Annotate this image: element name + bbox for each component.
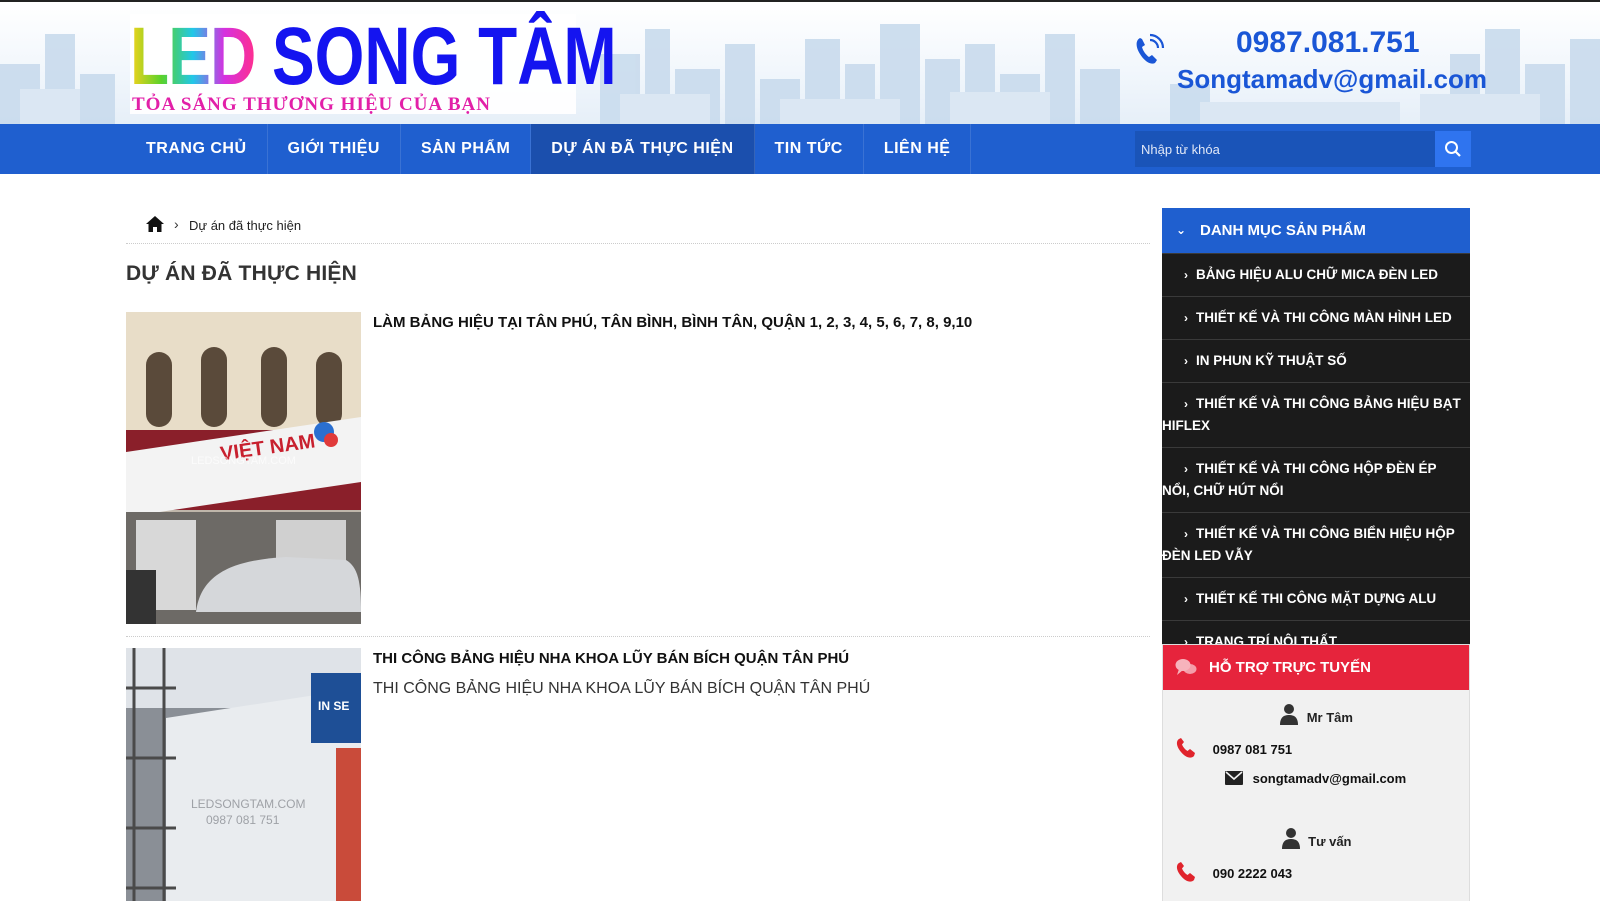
category-item[interactable]: › THIẾT KẾ VÀ THI CÔNG BIỂN HIỆU HỘP ĐÈN … [1162, 512, 1470, 577]
search-box [1135, 131, 1471, 167]
online-support-box: HỖ TRỢ TRỰC TUYẾN Mr Tâm 0987 081 751 so… [1162, 644, 1470, 901]
product-category-box: ⌄ DANH MỤC SẢN PHẨM › BẢNG HIỆU ALU CHỮ M… [1162, 208, 1470, 663]
main-navigation: TRANG CHỦ GIỚI THIỆU SẢN PHẨM DỰ ÁN ĐÃ T… [0, 124, 1600, 174]
support-phone-number: 090 2222 043 [1212, 866, 1293, 881]
logo-slogan: TỎA SÁNG THƯƠNG HIỆU CỦA BẠN [132, 94, 491, 115]
category-item[interactable]: › BẢNG HIỆU ALU CHỮ MICA ĐÈN LED [1162, 253, 1470, 296]
chevron-down-icon: ⌄ [1176, 223, 1187, 237]
category-label: BẢNG HIỆU ALU CHỮ MICA ĐÈN LED [1196, 267, 1438, 282]
category-item[interactable]: › THIẾT KẾ THI CÔNG MẶT DỰNG ALU [1162, 577, 1470, 620]
nav-menu: TRANG CHỦ GIỚI THIỆU SẢN PHẨM DỰ ÁN ĐÃ T… [126, 124, 972, 174]
contact-name-label: Tư vấn [1308, 834, 1352, 849]
phone-icon [1176, 738, 1195, 758]
chevron-right-icon: › [1184, 592, 1188, 606]
post-title[interactable]: THI CÔNG BẢNG HIỆU NHA KHOA LŨY BÁN BÍCH… [373, 650, 849, 667]
category-list: › BẢNG HIỆU ALU CHỮ MICA ĐÈN LED › THIẾT K… [1162, 253, 1470, 663]
phone-icon [1176, 862, 1195, 882]
search-button[interactable] [1435, 131, 1471, 167]
nav-item-san-pham[interactable]: SẢN PHẨM [401, 124, 532, 174]
nav-item-gioi-thieu[interactable]: GIỚI THIỆU [268, 124, 401, 174]
chevron-right-icon: › [1184, 311, 1188, 325]
support-email-address: songtamadv@gmail.com [1252, 771, 1407, 786]
nav-item-trang-chu[interactable]: TRANG CHỦ [126, 124, 268, 174]
support-phone[interactable]: 090 2222 043 [1175, 861, 1292, 883]
search-icon [1445, 141, 1461, 157]
post-thumbnail[interactable]: IN SE LEDSONGTAM.COM 0987 081 751 [126, 648, 361, 901]
post-title[interactable]: LÀM BẢNG HIỆU TẠI TÂN PHÚ, TÂN BÌNH, BÌN… [373, 314, 972, 331]
search-input[interactable] [1135, 131, 1435, 167]
nav-item-du-an[interactable]: DỰ ÁN ĐÃ THỰC HIỆN [531, 124, 755, 174]
category-item[interactable]: › THIẾT KẾ VÀ THI CÔNG BẢNG HIỆU BẠT HIFL… [1162, 382, 1470, 447]
contact-name-label: Mr Tâm [1306, 710, 1353, 725]
category-label: THIẾT KẾ VÀ THI CÔNG BẢNG HIỆU BẠT HIFLE… [1162, 396, 1461, 433]
support-header: HỖ TRỢ TRỰC TUYẾN [1163, 645, 1469, 690]
image-watermark: LEDSONGTAM.COM [191, 455, 296, 467]
site-logo[interactable]: LED SONG TÂM TỎA SÁNG THƯƠNG HIỆU CỦA BẠ… [130, 11, 617, 115]
chevron-right-icon: › [1184, 268, 1188, 282]
mail-icon [1225, 771, 1243, 785]
post-thumbnail[interactable]: VIỆT NAM LEDSONGTAM.COM [126, 312, 361, 624]
user-icon [1280, 704, 1299, 725]
chevron-right-icon: › [1184, 397, 1188, 411]
breadcrumb-current: Dự án đã thực hiện [189, 218, 302, 233]
project-post: VIỆT NAM LEDSONGTAM.COM LÀM BẢNG HIỆU TẠ… [126, 312, 1150, 637]
storefront-photo: VIỆT NAM LEDSONGTAM.COM [126, 312, 361, 624]
category-item[interactable]: › IN PHUN KỸ THUẬT SỐ [1162, 339, 1470, 382]
header-email[interactable]: Songtamadv@gmail.com [1177, 64, 1487, 95]
support-contact-name: Mr Tâm [1163, 703, 1469, 725]
category-label: THIẾT KẾ VÀ THI CÔNG BIỂN HIỆU HỘP ĐÈN L… [1162, 526, 1455, 563]
nav-item-tin-tuc[interactable]: TIN TỨC [755, 124, 864, 174]
breadcrumb-separator: › [174, 216, 179, 232]
signboard-construction-photo: IN SE LEDSONGTAM.COM 0987 081 751 [126, 648, 361, 901]
category-label: THIẾT KẾ THI CÔNG MẶT DỰNG ALU [1196, 591, 1437, 606]
logo-led-text: LED [130, 11, 256, 102]
phone-ringing-icon [1136, 33, 1165, 64]
site-header: LED SONG TÂM TỎA SÁNG THƯƠNG HIỆU CỦA BẠ… [0, 0, 1600, 124]
chevron-right-icon: › [1184, 354, 1188, 368]
category-label: THIẾT KẾ VÀ THI CÔNG HỘP ĐÈN ÉP NỔI, CHỮ… [1162, 461, 1437, 498]
support-email[interactable]: songtamadv@gmail.com [1225, 771, 1406, 786]
logo-brand-text: SONG TÂM [272, 11, 617, 102]
category-header: ⌄ DANH MỤC SẢN PHẨM [1162, 208, 1470, 253]
chat-icon [1175, 659, 1197, 675]
breadcrumb: › Dự án đã thực hiện [126, 212, 1150, 244]
nav-item-lien-he[interactable]: LIÊN HỆ [864, 124, 972, 174]
image-watermark-phone: 0987 081 751 [206, 813, 280, 827]
user-icon [1281, 828, 1300, 849]
project-post: IN SE LEDSONGTAM.COM 0987 081 751 THI CÔ… [126, 648, 1150, 901]
category-label: THIẾT KẾ VÀ THI CÔNG MÀN HÌNH LED [1196, 310, 1452, 325]
category-item[interactable]: › THIẾT KẾ VÀ THI CÔNG MÀN HÌNH LED [1162, 296, 1470, 339]
image-sign-text: IN SE [318, 699, 349, 713]
home-icon[interactable] [145, 215, 165, 233]
support-contact-name: Tư vấn [1163, 827, 1469, 849]
category-item[interactable]: › THIẾT KẾ VÀ THI CÔNG HỘP ĐÈN ÉP NỔI, CH… [1162, 447, 1470, 512]
support-title: HỖ TRỢ TRỰC TUYẾN [1209, 659, 1371, 676]
category-title: DANH MỤC SẢN PHẨM [1200, 222, 1366, 239]
support-phone-number: 0987 081 751 [1212, 742, 1293, 757]
category-label: IN PHUN KỸ THUẬT SỐ [1196, 353, 1347, 368]
chevron-right-icon: › [1184, 527, 1188, 541]
header-phone-number[interactable]: 0987.081.751 [1236, 26, 1420, 60]
post-description: THI CÔNG BẢNG HIỆU NHA KHOA LŨY BÁN BÍCH… [373, 680, 871, 697]
page-title: DỰ ÁN ĐÃ THỰC HIỆN [126, 262, 357, 285]
support-phone[interactable]: 0987 081 751 [1175, 737, 1292, 759]
image-watermark: LEDSONGTAM.COM [191, 797, 305, 811]
chevron-right-icon: › [1184, 462, 1188, 476]
